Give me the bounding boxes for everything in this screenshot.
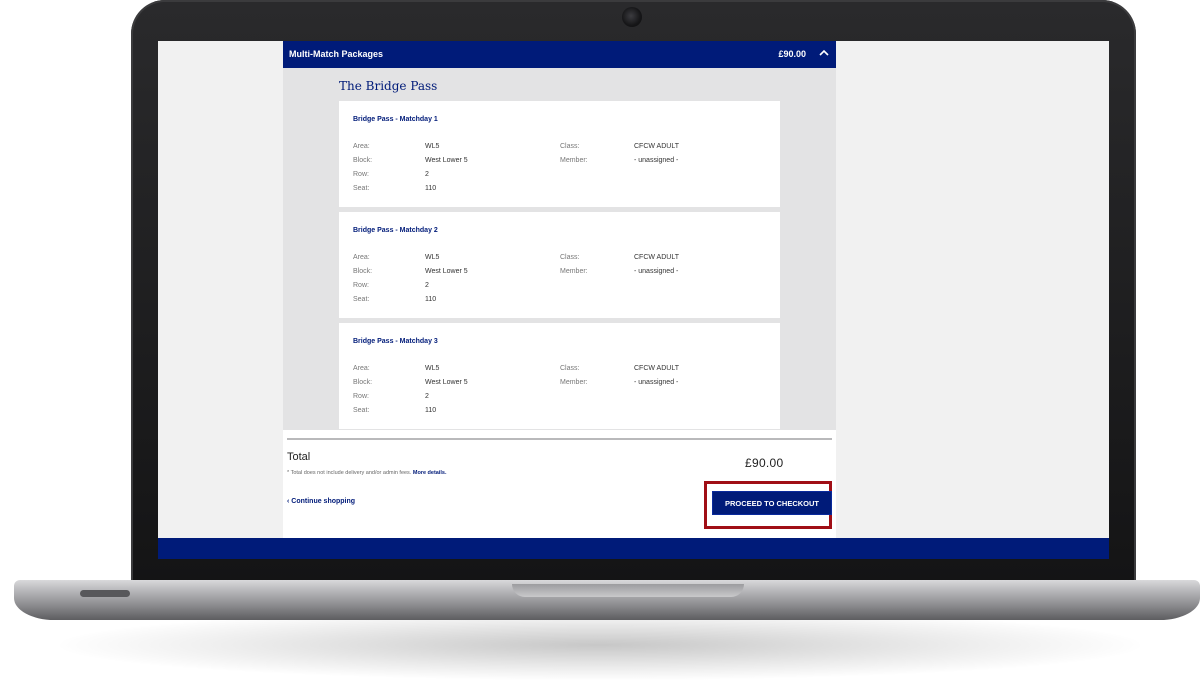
seat-label: Seat: xyxy=(353,296,370,303)
row-label: Row: xyxy=(353,171,369,178)
more-details-link[interactable]: More details. xyxy=(413,470,447,476)
block-label: Block: xyxy=(353,379,373,386)
seat-label: Seat: xyxy=(353,407,370,414)
block-value: West Lower 5 xyxy=(425,268,468,275)
match-title: Bridge Pass - Matchday 3 xyxy=(353,338,438,345)
class-label: Class: xyxy=(560,254,580,261)
class-label: Class: xyxy=(560,365,580,372)
area-value: WL5 xyxy=(425,254,440,261)
member-label: Member: xyxy=(560,268,588,275)
member-label: Member: xyxy=(560,157,588,164)
match-card-3: Bridge Pass - Matchday 3 Area: WL5 Block… xyxy=(339,323,780,429)
package-title: Multi-Match Packages xyxy=(289,49,384,59)
continue-shopping-label: Continue shopping xyxy=(291,498,356,505)
total-label: Total xyxy=(287,451,311,463)
match-card-1: Bridge Pass - Matchday 1 Area: WL5 Block… xyxy=(339,101,780,207)
basket-page: Multi-Match Packages £90.00 The Bridge P… xyxy=(283,41,836,538)
package-header[interactable]: Multi-Match Packages £90.00 xyxy=(283,41,836,68)
laptop-notch xyxy=(512,584,744,597)
area-label: Area: xyxy=(353,143,370,150)
area-label: Area: xyxy=(353,365,370,372)
area-value: WL5 xyxy=(425,365,440,372)
package-price: £90.00 xyxy=(778,49,806,59)
row-label: Row: xyxy=(353,393,369,400)
area-value: WL5 xyxy=(425,143,440,150)
seat-value: 110 xyxy=(425,296,437,303)
fees-note: * Total does not include delivery and/or… xyxy=(287,470,447,476)
seat-value: 110 xyxy=(425,407,437,414)
block-label: Block: xyxy=(353,268,373,275)
seat-label: Seat: xyxy=(353,185,370,192)
webcam xyxy=(622,7,642,27)
footer-bar xyxy=(158,538,1109,559)
total-divider xyxy=(287,438,832,440)
package-body: The Bridge Pass Bridge Pass - Matchday 1… xyxy=(283,68,836,430)
member-value: - unassigned - xyxy=(634,157,679,164)
member-value: - unassigned - xyxy=(634,379,679,386)
total-amount: £90.00 xyxy=(745,456,784,470)
laptop-port xyxy=(80,590,130,597)
row-value: 2 xyxy=(425,282,429,289)
continue-shopping-link[interactable]: ‹ Continue shopping xyxy=(287,498,355,505)
chevron-up-icon[interactable] xyxy=(817,46,831,60)
member-value: - unassigned - xyxy=(634,268,679,275)
match-title: Bridge Pass - Matchday 2 xyxy=(353,227,438,234)
match-card-2: Bridge Pass - Matchday 2 Area: WL5 Block… xyxy=(339,212,780,318)
laptop-shadow xyxy=(60,610,1140,680)
block-value: West Lower 5 xyxy=(425,379,468,386)
seat-value: 110 xyxy=(425,185,437,192)
fees-note-text: * Total does not include delivery and/or… xyxy=(287,470,412,476)
class-value: CFCW ADULT xyxy=(634,143,679,150)
row-value: 2 xyxy=(425,393,429,400)
block-label: Block: xyxy=(353,157,373,164)
row-label: Row: xyxy=(353,282,369,289)
class-label: Class: xyxy=(560,143,580,150)
class-value: CFCW ADULT xyxy=(634,254,679,261)
block-value: West Lower 5 xyxy=(425,157,468,164)
member-label: Member: xyxy=(560,379,588,386)
class-value: CFCW ADULT xyxy=(634,365,679,372)
match-title: Bridge Pass - Matchday 1 xyxy=(353,116,438,123)
proceed-to-checkout-button[interactable]: PROCEED TO CHECKOUT xyxy=(712,491,832,515)
laptop-screen: Multi-Match Packages £90.00 The Bridge P… xyxy=(158,41,1109,559)
area-label: Area: xyxy=(353,254,370,261)
row-value: 2 xyxy=(425,171,429,178)
pass-title: The Bridge Pass xyxy=(339,79,438,93)
